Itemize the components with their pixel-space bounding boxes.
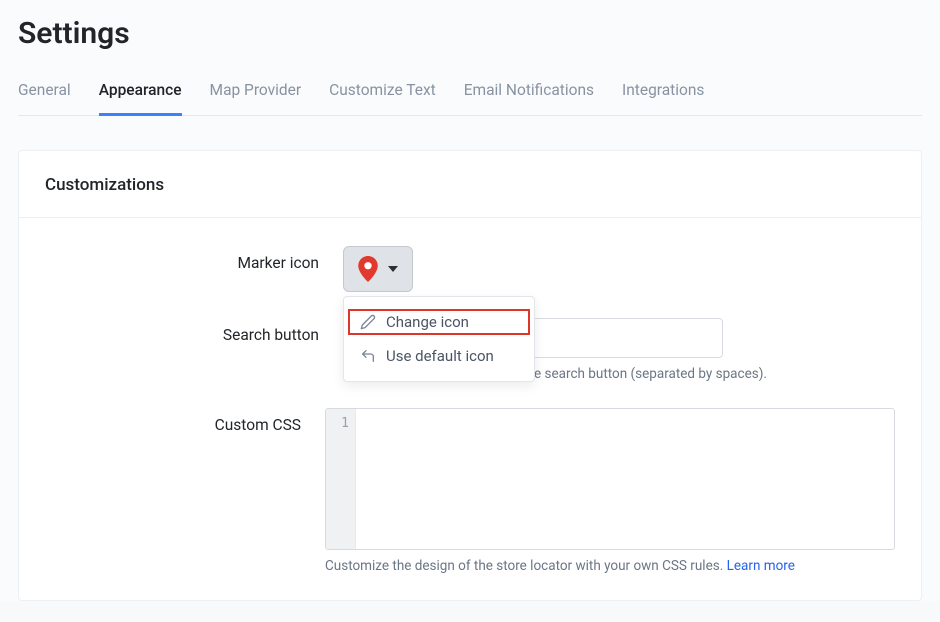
menu-item-use-default-icon[interactable]: Use default icon bbox=[344, 339, 534, 373]
tab-general[interactable]: General bbox=[18, 71, 71, 116]
panel-title: Customizations bbox=[45, 175, 895, 195]
editor-gutter: 1 bbox=[326, 409, 356, 549]
label-marker-icon: Marker icon bbox=[45, 246, 343, 272]
menu-item-change-icon-label: Change icon bbox=[386, 313, 469, 331]
menu-item-change-icon[interactable]: Change icon bbox=[344, 305, 534, 339]
tabs: General Appearance Map Provider Customiz… bbox=[18, 71, 922, 116]
page-title: Settings bbox=[18, 16, 922, 51]
caret-down-icon bbox=[388, 266, 398, 272]
tab-email-notifications[interactable]: Email Notifications bbox=[464, 71, 594, 116]
tab-appearance[interactable]: Appearance bbox=[99, 71, 182, 116]
tab-map-provider[interactable]: Map Provider bbox=[210, 71, 302, 116]
menu-item-use-default-icon-label: Use default icon bbox=[386, 347, 494, 365]
custom-css-editor[interactable]: 1 bbox=[325, 408, 895, 550]
help-custom-css: Customize the design of the store locato… bbox=[325, 558, 895, 574]
revert-icon bbox=[360, 348, 376, 364]
marker-icon-dropdown-menu: Change icon Use default icon bbox=[343, 296, 535, 382]
marker-icon-dropdown-button[interactable] bbox=[343, 246, 413, 292]
pencil-icon bbox=[360, 314, 376, 330]
tab-integrations[interactable]: Integrations bbox=[622, 71, 704, 116]
gutter-line-number: 1 bbox=[326, 415, 355, 433]
label-custom-css: Custom CSS bbox=[45, 408, 325, 434]
customizations-panel: Customizations Marker icon bbox=[18, 150, 922, 601]
tab-customize-text[interactable]: Customize Text bbox=[329, 71, 436, 116]
label-search-button: Search button bbox=[45, 318, 343, 344]
row-custom-css: Custom CSS 1 Customize the design of the… bbox=[45, 408, 895, 574]
row-marker-icon: Marker icon Cha bbox=[45, 246, 895, 292]
custom-css-learn-more-link[interactable]: Learn more bbox=[727, 558, 795, 574]
editor-code-area[interactable] bbox=[356, 409, 894, 549]
map-pin-icon bbox=[358, 256, 378, 282]
